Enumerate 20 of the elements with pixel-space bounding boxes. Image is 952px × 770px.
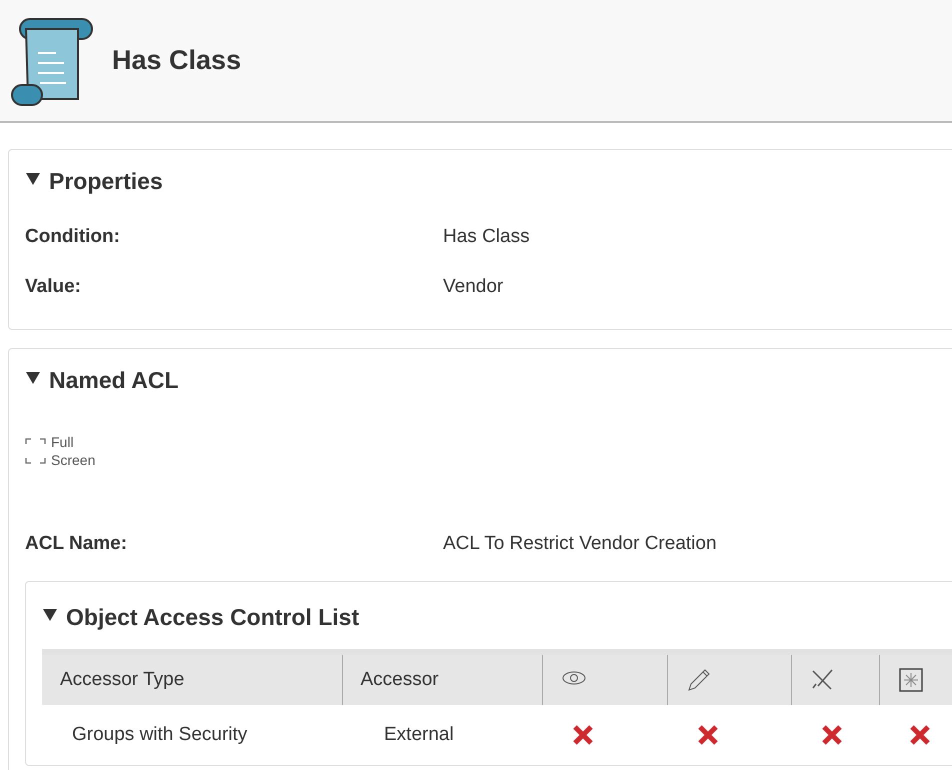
column-header: Accessor Type [42, 654, 342, 705]
section-title: Object Access Control List [66, 603, 360, 632]
fullscreen-icon [25, 436, 47, 466]
field-label: Condition: [25, 225, 121, 250]
collapse-triangle-icon[interactable] [42, 606, 58, 622]
field-label: ACL Name: [25, 532, 128, 556]
collapse-triangle-icon[interactable] [25, 170, 41, 186]
field-value: ACL To Restrict Vendor Creation [443, 532, 717, 556]
table-cell: Groups with Security [42, 704, 342, 765]
section-title: Properties [49, 167, 163, 196]
section-title: Named ACL [49, 366, 178, 394]
column-header: Accessor [342, 654, 542, 705]
table-cell: External [342, 704, 542, 765]
sunburst-icon [898, 666, 924, 693]
field-value: Has Class [443, 225, 530, 250]
field-value: Vendor [443, 275, 504, 300]
field-label: Value: [25, 275, 82, 300]
page-title: Has Class [112, 44, 242, 77]
full-screen-link[interactable]: Full Screen [25, 433, 101, 470]
pencil-icon [686, 666, 712, 693]
